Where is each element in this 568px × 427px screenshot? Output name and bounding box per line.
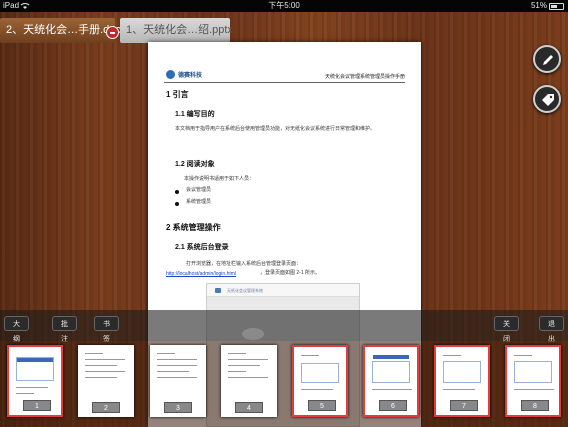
paragraph-readers: 本操作说明书适用于如下人员： <box>184 176 255 182</box>
page-thumbnail[interactable]: 3 <box>150 345 206 417</box>
tag-bookmark-button[interactable] <box>533 85 561 113</box>
bullet-icon <box>175 190 179 194</box>
bullet-icon <box>175 202 179 206</box>
page-number-badge: 7 <box>450 400 478 411</box>
page-thumbnail[interactable]: 8 <box>505 345 561 417</box>
pen-annotate-button[interactable] <box>533 45 561 73</box>
heading-login: 2.1 系统后台登录 <box>175 244 229 251</box>
heading-readers: 1.2 阅读对象 <box>175 161 215 168</box>
close-tab-icon[interactable] <box>106 26 119 39</box>
page-number-badge: 5 <box>308 400 336 411</box>
bottom-toolbar <box>0 310 568 341</box>
screenshot-title: 无纸化会议管理系统 <box>207 284 359 297</box>
paragraph-purpose: 本文档用于指导用户在系统后台使用管理员功能，对无纸化会议系统进行日常管理和维护。 <box>175 126 376 132</box>
status-time: 下午5:00 <box>268 1 300 10</box>
login-url-link[interactable]: http://localhost/admin/login.html <box>166 271 236 277</box>
thumbnail-strip: 1 2 3 4 5 6 7 8 <box>0 341 568 427</box>
tab-document-pptx[interactable]: 1、天统化会…绍.pptx <box>120 18 233 43</box>
page-number-badge: 8 <box>521 400 549 411</box>
battery-percent: 51% <box>530 1 547 10</box>
paragraph-login-suffix: ，登录页面如图 2-1 所示。 <box>260 270 321 276</box>
page-thumbnail[interactable]: 2 <box>78 345 134 417</box>
overlay-decoration <box>242 328 264 340</box>
page-number-badge: 3 <box>164 402 192 413</box>
document-header-title: 天统化会议管理系统管理员操作手册 <box>324 74 405 80</box>
heading-purpose: 1.1 编写目的 <box>175 111 215 118</box>
page-thumbnail[interactable]: 4 <box>221 345 277 417</box>
page-thumbnail[interactable]: 5 <box>292 345 348 417</box>
page-thumbnail[interactable]: 6 <box>363 345 419 417</box>
battery-icon <box>549 2 564 10</box>
page-thumbnail[interactable]: 1 <box>7 345 63 417</box>
heading-operations: 2 系统管理操作 <box>166 223 221 232</box>
page-number-badge: 2 <box>92 402 120 413</box>
company-logo-icon <box>166 70 175 79</box>
page-number-badge: 4 <box>235 402 263 413</box>
bullet-item: 会议管理员 <box>186 187 212 193</box>
exit-button[interactable]: 退出 <box>539 316 564 343</box>
system-logo-icon <box>215 288 221 293</box>
tab-document-manual[interactable]: 2、天统化会…手册.doc <box>0 18 121 43</box>
bookmarks-button[interactable]: 书签 <box>94 316 119 343</box>
pen-icon <box>543 55 553 65</box>
document-header: 德赛科技 天统化会议管理系统管理员操作手册 <box>164 69 405 83</box>
heading-intro: 1 引言 <box>166 90 189 99</box>
bullet-item: 系统管理员 <box>186 199 212 205</box>
status-bar: iPad 下午5:00 51% <box>0 0 568 12</box>
page-thumbnail[interactable]: 7 <box>434 345 490 417</box>
outline-button[interactable]: 大纲 <box>4 316 29 343</box>
annotations-button[interactable]: 批注 <box>52 316 77 343</box>
tag-icon <box>542 94 554 106</box>
company-logo-text: 德赛科技 <box>178 73 203 79</box>
page-number-badge: 1 <box>23 400 51 411</box>
paragraph-login: 打开浏览器，在地址栏输入系统后台管理登录页面： <box>186 261 302 267</box>
page-number-badge: 6 <box>379 400 407 411</box>
close-button[interactable]: 关闭 <box>494 316 519 343</box>
